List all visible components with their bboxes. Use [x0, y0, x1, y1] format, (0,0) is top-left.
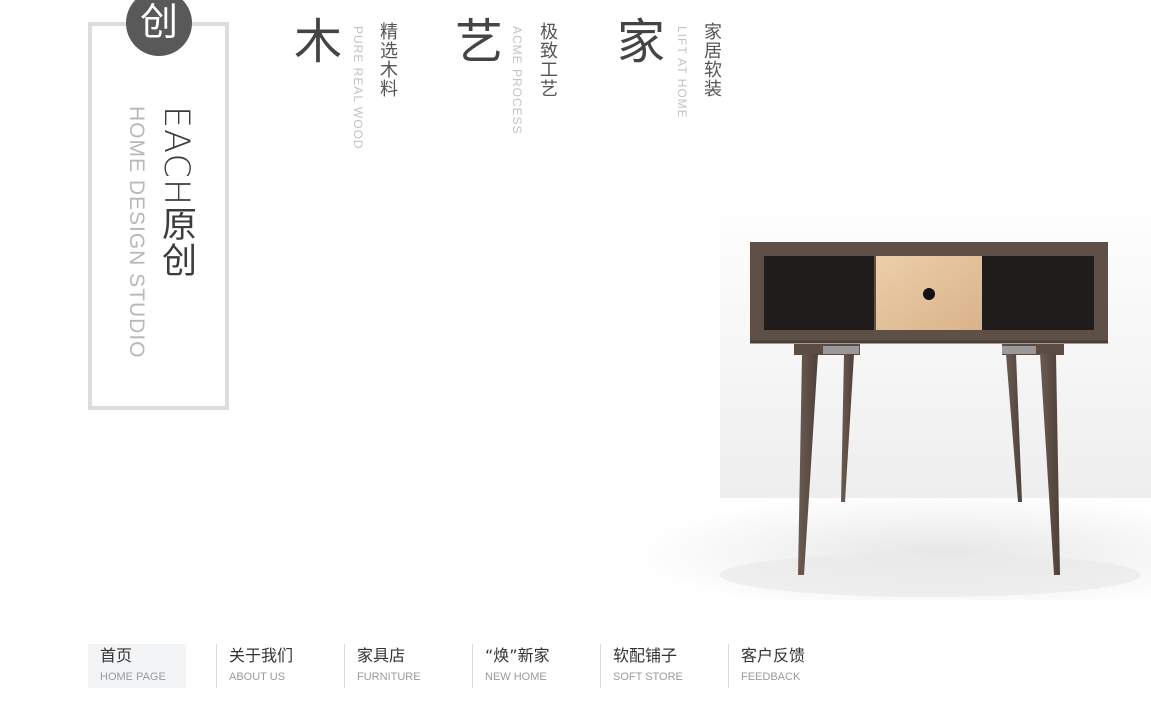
- feature-home-en: LIFT AT HOME: [675, 26, 689, 119]
- nav-item-new-home[interactable]: “焕”新家 NEW HOME: [472, 644, 600, 688]
- feature-craft-cn: 极致工艺: [537, 22, 558, 98]
- nav-item-sublabel: HOME PAGE: [100, 671, 166, 683]
- nav-item-label: 关于我们: [229, 646, 294, 665]
- nav-item-label: 客户反馈: [741, 646, 806, 665]
- feature-craft-en: ACME PROCESS: [510, 26, 524, 135]
- nav-item-sublabel: NEW HOME: [485, 671, 547, 683]
- hero-wall: [720, 190, 1151, 500]
- nav-item-home[interactable]: 首页 HOME PAGE: [88, 644, 186, 688]
- nav-item-sublabel: ABOUT US: [229, 671, 286, 683]
- feature-home-cn: 家居软装: [701, 22, 722, 98]
- nav-item-label: “焕”新家: [485, 646, 550, 665]
- nav-item-label: 软配铺子: [613, 646, 678, 665]
- hero-shadow: [720, 553, 1140, 597]
- nav-item-soft-store[interactable]: 软配铺子 SOFT STORE: [600, 644, 728, 688]
- feature-wood-en: PURE REAL WOOD: [351, 26, 365, 150]
- feature-craft-char: 艺: [455, 14, 504, 70]
- nav-item-feedback[interactable]: 客户反馈 FEEDBACK: [728, 644, 856, 688]
- desk-right-cubby: [982, 256, 1094, 330]
- feature-home-char: 家: [617, 14, 666, 70]
- main-nav: 首页 HOME PAGE 关于我们 ABOUT US 家具店 FURNITURE…: [88, 644, 856, 688]
- nav-item-sublabel: FEEDBACK: [741, 671, 801, 683]
- feature-wood-cn: 精选木料: [377, 22, 398, 98]
- nav-item-sublabel: FURNITURE: [357, 671, 421, 683]
- nav-item-sublabel: SOFT STORE: [613, 671, 683, 683]
- drawer-pull-hole: [923, 288, 935, 300]
- desk-left-cubby: [764, 256, 874, 330]
- hero-desk-image: [630, 190, 1151, 600]
- brand-title: EACH原创: [156, 106, 196, 279]
- nav-item-about[interactable]: 关于我们 ABOUT US: [216, 644, 344, 688]
- nav-item-furniture[interactable]: 家具店 FURNITURE: [344, 644, 472, 688]
- feature-wood-char: 木: [294, 14, 343, 70]
- brand-subtitle: HOME DESIGN STUDIO: [125, 106, 148, 359]
- nav-item-label: 家具店: [357, 646, 406, 665]
- nav-item-label: 首页: [100, 646, 133, 665]
- page: 创 EACH原创 HOME DESIGN STUDIO 木 PURE REAL …: [0, 0, 1151, 711]
